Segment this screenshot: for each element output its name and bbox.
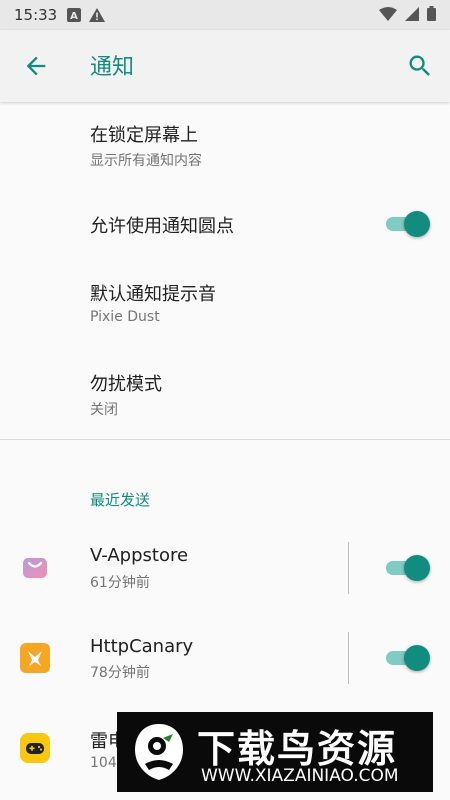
toggle-thumb bbox=[404, 555, 430, 581]
setting-title: 在锁定屏幕上 bbox=[90, 125, 198, 146]
watermark-logo-icon bbox=[127, 720, 191, 784]
recent-section-header: 最近发送 bbox=[90, 491, 151, 509]
app-time: 61分钟前 bbox=[90, 575, 150, 591]
setting-title: 默认通知提示音 bbox=[90, 284, 216, 305]
row-separator bbox=[348, 632, 349, 684]
toggle-thumb bbox=[404, 211, 430, 237]
app-bar: 通知 bbox=[0, 30, 450, 102]
row-separator bbox=[348, 542, 349, 594]
setting-subtitle: Pixie Dust bbox=[90, 309, 160, 325]
search-icon[interactable] bbox=[406, 52, 434, 80]
warning-icon bbox=[89, 8, 106, 22]
back-arrow-icon[interactable] bbox=[22, 52, 50, 80]
app-name: HttpCanary bbox=[90, 636, 194, 657]
section-divider bbox=[0, 439, 450, 440]
setting-title: 勿扰模式 bbox=[90, 374, 162, 395]
battery-icon bbox=[427, 5, 436, 25]
app-time: 104 bbox=[90, 755, 117, 771]
v-appstore-icon bbox=[20, 553, 50, 583]
setting-subtitle: 关闭 bbox=[90, 402, 118, 418]
signal-icon bbox=[405, 6, 419, 25]
watermark-banner: 下载鸟资源 WWW.XIAZAINIAO.COM bbox=[117, 712, 433, 792]
httpcanary-icon bbox=[20, 643, 50, 673]
watermark-title: 下载鸟资源 bbox=[197, 727, 398, 771]
toggle-thumb bbox=[404, 645, 430, 671]
watermark-url: WWW.XIAZAINIAO.COM bbox=[201, 766, 399, 786]
gamepad-icon bbox=[20, 733, 50, 763]
v-appstore-toggle[interactable] bbox=[384, 554, 430, 582]
notification-dots-toggle[interactable] bbox=[384, 210, 430, 238]
status-time: 15:33 bbox=[14, 6, 58, 24]
page-title: 通知 bbox=[90, 55, 135, 80]
setting-subtitle: 显示所有通知内容 bbox=[90, 153, 202, 169]
wifi-icon bbox=[379, 6, 397, 25]
status-bar: 15:33 A bbox=[0, 0, 450, 30]
app-name: V-Appstore bbox=[90, 545, 189, 566]
app-time: 78分钟前 bbox=[90, 665, 150, 681]
setting-title: 允许使用通知圆点 bbox=[90, 216, 234, 237]
a-notification-icon: A bbox=[67, 8, 82, 22]
httpcanary-toggle[interactable] bbox=[384, 644, 430, 672]
svg-text:A: A bbox=[70, 11, 78, 22]
